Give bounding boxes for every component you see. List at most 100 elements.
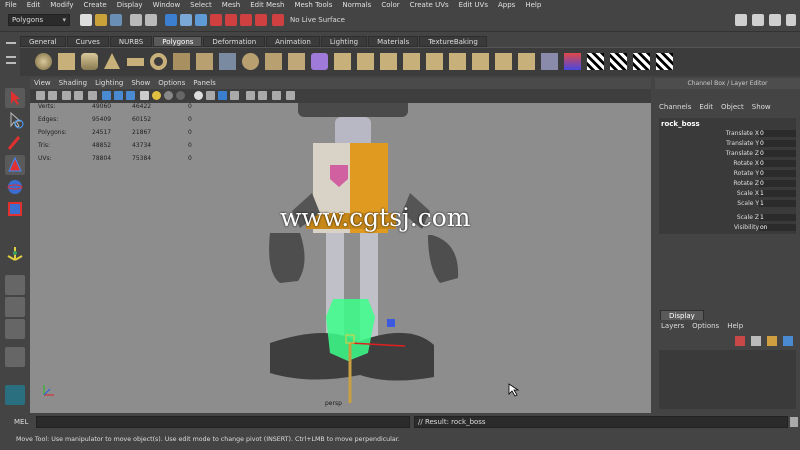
attr-value[interactable]: 1: [759, 200, 796, 207]
layout-persp-outliner-icon[interactable]: [5, 319, 25, 339]
uv-checker-icon[interactable]: [587, 53, 604, 70]
uv-layout-icon[interactable]: [610, 53, 627, 70]
attr-value[interactable]: 0: [759, 140, 796, 147]
perspective-viewport[interactable]: Verts: 49060 46422 0 Edges: 95409 60152 …: [30, 103, 651, 413]
uv-planar-icon[interactable]: [541, 53, 558, 70]
layer-menu-help[interactable]: Help: [727, 322, 743, 330]
extract-icon[interactable]: [288, 53, 305, 70]
image-plane-icon[interactable]: [74, 91, 83, 100]
scale-tool-icon[interactable]: [5, 199, 25, 219]
menu-help[interactable]: Help: [525, 0, 541, 11]
menu-display[interactable]: Display: [117, 0, 143, 11]
bridge-icon[interactable]: [357, 53, 374, 70]
move-manipulator-z[interactable]: [387, 319, 395, 327]
redo-icon[interactable]: [145, 14, 157, 26]
vp-menu-lighting[interactable]: Lighting: [95, 78, 123, 89]
wireframe-icon[interactable]: [102, 91, 111, 100]
hypershade-icon[interactable]: [5, 385, 25, 405]
anti-aliasing-icon[interactable]: [218, 91, 227, 100]
menu-modify[interactable]: Modify: [50, 0, 73, 11]
menu-mesh[interactable]: Mesh: [222, 0, 240, 11]
render-view-icon[interactable]: [752, 14, 764, 26]
cb-menu-channels[interactable]: Channels: [659, 102, 691, 113]
paint-select-tool-icon[interactable]: [5, 133, 25, 153]
motion-blur-icon[interactable]: [206, 91, 215, 100]
shelf-tab-materials[interactable]: Materials: [368, 36, 419, 47]
cb-menu-edit[interactable]: Edit: [699, 102, 713, 113]
attr-scale-y[interactable]: Scale Y1: [659, 200, 796, 210]
move-tool-icon[interactable]: [5, 155, 25, 175]
vp-menu-shading[interactable]: Shading: [59, 78, 87, 89]
attr-rotate-y[interactable]: Rotate Y0: [659, 170, 796, 180]
grid-toggle-icon[interactable]: [88, 91, 97, 100]
attr-rotate-z[interactable]: Rotate Z0: [659, 180, 796, 190]
attr-value[interactable]: 1: [759, 214, 796, 221]
new-scene-icon[interactable]: [80, 14, 92, 26]
cb-menu-show[interactable]: Show: [752, 102, 771, 113]
menu-edit-uvs[interactable]: Edit UVs: [459, 0, 488, 11]
xray-icon[interactable]: [258, 91, 267, 100]
poly-pyramid-icon[interactable]: [196, 53, 213, 70]
layer-options-icon[interactable]: [783, 336, 793, 346]
attr-translate-y[interactable]: Translate Y0: [659, 140, 796, 150]
shadows-icon[interactable]: [164, 91, 173, 100]
right-boot-mesh[interactable]: [360, 332, 434, 381]
layout-persp-graph-icon[interactable]: [5, 347, 25, 367]
new-empty-layer-icon[interactable]: [767, 336, 777, 346]
layout-four-icon[interactable]: [5, 297, 25, 317]
collapse-icon[interactable]: [518, 53, 535, 70]
select-by-object-icon[interactable]: [180, 14, 192, 26]
manipulator-tool-icon[interactable]: [5, 243, 25, 263]
poly-cube-icon[interactable]: [58, 53, 75, 70]
shelf-tab-polygons[interactable]: Polygons: [153, 36, 203, 47]
use-all-lights-icon[interactable]: [152, 91, 161, 100]
append-polygon-icon[interactable]: [380, 53, 397, 70]
shelf-tab-lighting[interactable]: Lighting: [320, 36, 368, 47]
undo-icon[interactable]: [130, 14, 142, 26]
snap-grid-icon[interactable]: [210, 14, 222, 26]
depth-of-field-icon[interactable]: [230, 91, 239, 100]
attr-scale-x[interactable]: Scale X1: [659, 190, 796, 200]
merge-icon[interactable]: [495, 53, 512, 70]
wireframe-on-shaded-icon[interactable]: [126, 91, 135, 100]
vp-menu-options[interactable]: Options: [158, 78, 185, 89]
attr-value[interactable]: 0: [759, 170, 796, 177]
snap-curve-icon[interactable]: [225, 14, 237, 26]
attr-value[interactable]: 1: [759, 190, 796, 197]
snap-view-plane-icon[interactable]: [255, 14, 267, 26]
attr-value[interactable]: 0: [759, 160, 796, 167]
menu-create-uvs[interactable]: Create UVs: [410, 0, 449, 11]
smooth-shade-icon[interactable]: [114, 91, 123, 100]
snap-point-icon[interactable]: [240, 14, 252, 26]
attr-value[interactable]: 0: [759, 130, 796, 137]
attr-value[interactable]: 0: [759, 150, 796, 157]
split-polygon-icon[interactable]: [403, 53, 420, 70]
select-tool-icon[interactable]: [5, 88, 25, 108]
menu-color[interactable]: Color: [381, 0, 399, 11]
attr-visibility[interactable]: Visibility on: [659, 224, 796, 234]
select-by-hierarchy-icon[interactable]: [165, 14, 177, 26]
isolate-select-icon[interactable]: [246, 91, 255, 100]
right-glove-mesh[interactable]: [428, 235, 459, 283]
shelf-tab-nurbs[interactable]: NURBS: [109, 36, 153, 47]
menu-mesh-tools[interactable]: Mesh Tools: [294, 0, 332, 11]
menu-file[interactable]: File: [5, 0, 17, 11]
layer-menu-options[interactable]: Options: [692, 322, 719, 330]
poly-torus-icon[interactable]: [150, 53, 167, 70]
poly-pipe-icon[interactable]: [219, 53, 236, 70]
ambient-occlusion-icon[interactable]: [176, 91, 185, 100]
shelf-tab-texturebaking[interactable]: TextureBaking: [419, 36, 487, 47]
shelf-tab-deformation[interactable]: Deformation: [203, 36, 266, 47]
poly-cone-icon[interactable]: [104, 53, 120, 69]
menu-edit-mesh[interactable]: Edit Mesh: [250, 0, 284, 11]
poly-cylinder-icon[interactable]: [81, 53, 98, 70]
menu-create[interactable]: Create: [83, 0, 106, 11]
camera-attributes-icon[interactable]: [48, 91, 57, 100]
new-layer-selected-icon[interactable]: [751, 336, 761, 346]
menu-window[interactable]: Window: [153, 0, 181, 11]
screen-space-ao-icon[interactable]: [194, 91, 203, 100]
attr-rotate-x[interactable]: Rotate X0: [659, 160, 796, 170]
uv-cylindrical-icon[interactable]: [564, 53, 581, 70]
layer-menu-layers[interactable]: Layers: [661, 322, 684, 330]
vp-menu-panels[interactable]: Panels: [193, 78, 216, 89]
